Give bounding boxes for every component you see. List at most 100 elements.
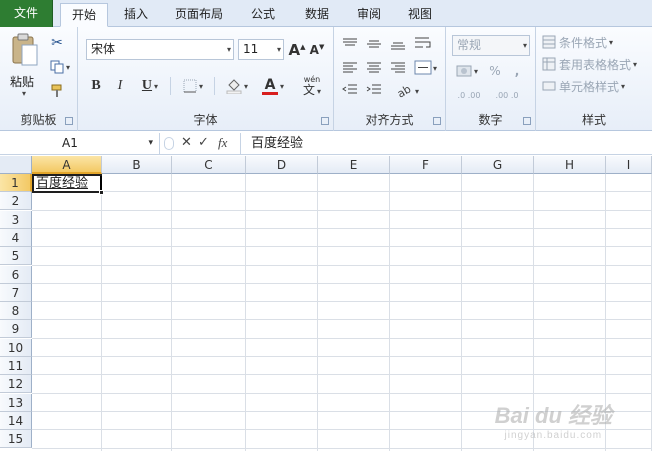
wrap-text-icon[interactable] <box>414 35 436 53</box>
tab-review[interactable]: 审阅 <box>346 3 392 27</box>
align-center-icon[interactable] <box>366 61 382 75</box>
paste-icon <box>12 33 38 66</box>
paste-button[interactable]: 粘贴 ▾ <box>8 33 42 98</box>
comma-button[interactable]: , <box>508 61 526 81</box>
confirm-entry-icon[interactable]: ✓ <box>198 135 209 150</box>
insert-function-icon[interactable]: fx <box>218 135 227 151</box>
copy-button[interactable]: ▾ <box>46 57 74 77</box>
column-header-d[interactable]: D <box>246 156 318 174</box>
formula-bar-grip[interactable] <box>164 137 174 150</box>
tab-data[interactable]: 数据 <box>292 3 342 27</box>
font-name-value: 宋体 <box>91 42 116 56</box>
format-as-table-icon <box>542 57 556 71</box>
row-header-11[interactable]: 11 <box>0 357 32 375</box>
name-box-value: A1 <box>62 136 78 150</box>
number-format-value: 常规 <box>457 38 482 52</box>
column-header-a[interactable]: A <box>32 156 102 174</box>
name-box[interactable]: A1 ▾ <box>0 133 160 154</box>
orientation-icon[interactable]: ab ▾ <box>396 81 422 99</box>
align-bottom-icon[interactable] <box>390 37 406 51</box>
cancel-entry-icon[interactable]: ✕ <box>181 135 192 150</box>
align-top-icon[interactable] <box>342 37 358 51</box>
increase-decimal-button[interactable]: .0 .00 <box>452 85 486 105</box>
increase-font-button[interactable]: A▲ <box>288 39 306 60</box>
column-header-i[interactable]: I <box>606 156 652 174</box>
font-group: 宋体 ▾ 11 ▾ A▲ A▼ B I U ▾ ▾ ▾ A ▾ wén 文 ▾ … <box>78 27 334 131</box>
currency-dropdown-icon: ▾ <box>473 66 478 76</box>
font-color-button[interactable]: A ▾ <box>256 75 290 97</box>
row-gridline <box>32 356 652 357</box>
row-header-4[interactable]: 4 <box>0 228 32 247</box>
row-header-7[interactable]: 7 <box>0 283 32 302</box>
underline-button[interactable]: U ▾ <box>134 75 166 97</box>
currency-button[interactable]: ▾ <box>452 61 482 81</box>
bold-button[interactable]: B <box>86 75 106 97</box>
cell-a1[interactable]: 百度经验 <box>32 174 102 193</box>
row-header-10[interactable]: 10 <box>0 338 32 357</box>
align-right-icon[interactable] <box>390 61 406 75</box>
row-header-15[interactable]: 15 <box>0 430 32 449</box>
tab-formulas[interactable]: 公式 <box>238 3 288 27</box>
format-as-table-button[interactable]: 套用表格格式 ▾ <box>542 55 650 73</box>
clipboard-launcher-icon[interactable] <box>65 117 73 125</box>
ribbon: 粘贴 ▾ ✂ ▾ 剪贴板 宋体 ▾ 11 ▾ A▲ A▼ B I U ▾ ▾ ▾… <box>0 27 652 131</box>
cell-styles-button[interactable]: 单元格样式 ▾ <box>542 77 650 95</box>
italic-button[interactable]: I <box>110 75 130 97</box>
fill-handle[interactable] <box>99 190 104 195</box>
percent-button[interactable]: % <box>486 61 504 81</box>
tab-view[interactable]: 视图 <box>396 3 444 27</box>
svg-text:▾: ▾ <box>415 87 419 96</box>
cut-button[interactable]: ✂ <box>46 33 68 53</box>
column-header-h[interactable]: H <box>534 156 606 174</box>
align-left-icon[interactable] <box>342 61 358 75</box>
paste-label: 粘贴 <box>10 75 35 89</box>
row-header-8[interactable]: 8 <box>0 302 32 321</box>
number-format-select[interactable]: 常规 ▾ <box>452 35 530 56</box>
decrease-decimal-button[interactable]: .00 .0 <box>490 85 524 105</box>
column-header-g[interactable]: G <box>462 156 534 174</box>
merge-center-icon[interactable]: ▾ <box>414 59 438 77</box>
row-header-12[interactable]: 12 <box>0 375 32 394</box>
alignment-launcher-icon[interactable] <box>433 117 441 125</box>
row-header-14[interactable]: 14 <box>0 411 32 430</box>
select-all-corner[interactable] <box>0 156 32 174</box>
tab-page-layout[interactable]: 页面布局 <box>164 3 234 27</box>
column-header-f[interactable]: F <box>390 156 462 174</box>
row-header-13[interactable]: 13 <box>0 393 32 412</box>
borders-icon <box>183 79 197 93</box>
tab-file[interactable]: 文件 <box>0 0 53 27</box>
column-header-b[interactable]: B <box>102 156 172 174</box>
row-header-2[interactable]: 2 <box>0 192 32 211</box>
increase-indent-icon[interactable] <box>366 83 382 97</box>
cell-styles-label: 单元格样式 <box>559 79 620 94</box>
format-as-table-dropdown-icon: ▾ <box>633 59 638 69</box>
row-header-5[interactable]: 5 <box>0 247 32 266</box>
column-header-c[interactable]: C <box>172 156 246 174</box>
text-caret <box>100 176 102 191</box>
tab-home[interactable]: 开始 <box>60 3 108 27</box>
conditional-format-button[interactable]: 条件格式 ▾ <box>542 33 650 51</box>
row-header-3[interactable]: 3 <box>0 210 32 229</box>
font-name-select[interactable]: 宋体 ▾ <box>86 39 234 60</box>
phonetic-button[interactable]: wén 文 ▾ <box>294 73 330 99</box>
conditional-format-label: 条件格式 <box>559 35 608 50</box>
column-header-e[interactable]: E <box>318 156 390 174</box>
format-painter-button[interactable] <box>46 81 68 101</box>
currency-icon <box>456 65 472 77</box>
formula-input[interactable]: 百度经验 <box>240 133 652 154</box>
row-header-6[interactable]: 6 <box>0 265 32 284</box>
tab-insert[interactable]: 插入 <box>112 3 160 27</box>
number-launcher-icon[interactable] <box>523 117 531 125</box>
decrease-font-button[interactable]: A▼ <box>308 39 326 60</box>
font-launcher-icon[interactable] <box>321 117 329 125</box>
copy-icon <box>50 60 64 74</box>
row-header-1[interactable]: 1 <box>0 174 32 192</box>
align-middle-icon[interactable] <box>366 37 382 51</box>
row-gridline <box>32 282 652 284</box>
font-size-select[interactable]: 11 ▾ <box>238 39 284 60</box>
row-header-9[interactable]: 9 <box>0 320 32 339</box>
borders-button[interactable]: ▾ <box>176 75 210 97</box>
decrease-indent-icon[interactable] <box>342 83 358 97</box>
fill-color-button[interactable]: ▾ <box>220 75 254 97</box>
row-gridline <box>32 374 652 376</box>
